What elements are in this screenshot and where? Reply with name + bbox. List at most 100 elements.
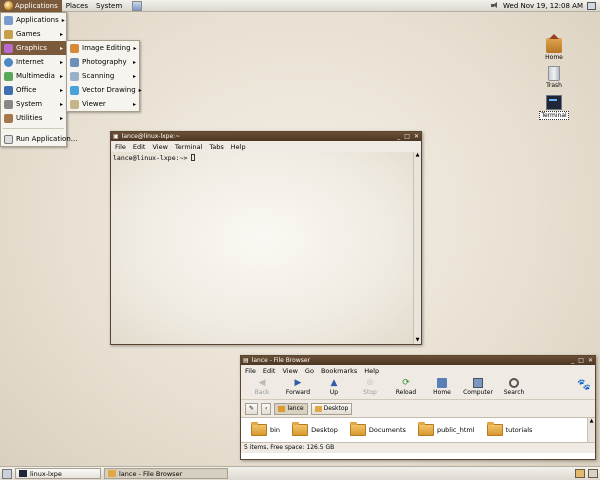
file-item-bin[interactable]: bin: [251, 422, 280, 436]
reload-button[interactable]: ⟳ Reload: [389, 378, 423, 396]
menu-tabs[interactable]: Tabs: [209, 143, 223, 151]
places-menu-button[interactable]: Places: [62, 0, 92, 12]
file-item-tutorials[interactable]: tutorials: [486, 422, 532, 436]
menu-item-graphics[interactable]: Graphics ▸: [1, 41, 66, 55]
terminal-titlebar[interactable]: ▣ lance@linux-lxpe:~ _ □ ✕: [111, 132, 421, 141]
file-browser-titlebar[interactable]: ▤ lance - File Browser _ □ ✕: [241, 356, 595, 365]
path-button-lance[interactable]: lance: [274, 402, 308, 415]
submenu-item-photography[interactable]: Photography ▸: [67, 55, 139, 69]
graphics-icon: [4, 43, 13, 53]
up-button[interactable]: ▲ Up: [317, 378, 351, 396]
scroll-up-icon[interactable]: ▲: [588, 418, 595, 424]
window-menu-icon[interactable]: ▣: [113, 133, 119, 140]
back-button[interactable]: ◀ Back: [245, 378, 279, 396]
file-item-public-html[interactable]: public_html: [417, 422, 475, 436]
file-browser-toolbar: ◀ Back ▶ Forward ▲ Up ⊗ Stop ⟳ Reload Ho…: [241, 376, 595, 400]
taskbar-button-terminal[interactable]: linux-lxpe: [15, 468, 101, 479]
system-menu-button[interactable]: System: [92, 0, 126, 12]
menu-help[interactable]: Help: [364, 367, 379, 375]
chevron-right-icon: ▸: [133, 44, 137, 52]
menu-edit[interactable]: Edit: [133, 143, 146, 151]
viewer-icon: [70, 99, 79, 109]
workspace-2[interactable]: [588, 469, 598, 478]
submenu-item-viewer[interactable]: Viewer ▸: [67, 97, 139, 111]
home-folder-icon: [278, 405, 286, 412]
chevron-right-icon: ▸: [132, 58, 136, 66]
menu-help[interactable]: Help: [231, 143, 246, 151]
chevron-right-icon: ▸: [59, 44, 63, 52]
folder-icon-small: [108, 470, 116, 477]
desktop-icon-home[interactable]: Home: [537, 34, 571, 61]
folder-icon: [251, 422, 267, 436]
submenu-item-scanning[interactable]: Scanning ▸: [67, 69, 139, 83]
workspace-1[interactable]: [575, 469, 585, 478]
forward-button[interactable]: ▶ Forward: [281, 378, 315, 396]
path-button-desktop[interactable]: Desktop: [310, 402, 353, 415]
applications-menu-button[interactable]: Applications: [0, 0, 62, 12]
clock[interactable]: Wed Nov 19, 12:08 AM: [503, 2, 583, 10]
pencil-icon: ✎: [249, 405, 255, 412]
vector-drawing-icon: [70, 85, 79, 95]
forward-arrow-icon: ▶: [294, 378, 302, 388]
menu-item-utilities[interactable]: Utilities ▸: [1, 111, 66, 125]
games-icon: [4, 29, 13, 39]
scanner-icon: [70, 71, 79, 81]
menu-item-internet[interactable]: Internet ▸: [1, 55, 66, 69]
menu-item-system[interactable]: System ▸: [1, 97, 66, 111]
menu-view[interactable]: View: [282, 367, 297, 375]
chevron-right-icon: ▸: [61, 16, 65, 24]
search-icon: [509, 378, 519, 388]
desktop-icon-terminal[interactable]: Terminal: [537, 95, 571, 120]
network-icon[interactable]: [587, 1, 596, 10]
internet-icon: [4, 57, 13, 67]
menu-item-games[interactable]: Games ▸: [1, 27, 66, 41]
terminal-body[interactable]: lance@linux-lxpe:~>: [111, 152, 413, 344]
menu-item-run-application[interactable]: Run Application...: [1, 132, 77, 146]
menu-file[interactable]: File: [115, 143, 126, 151]
home-button[interactable]: Home: [425, 378, 459, 396]
show-desktop-icon[interactable]: [2, 468, 12, 479]
scroll-up-icon[interactable]: ▲: [414, 152, 421, 159]
path-left-button[interactable]: ‹: [261, 402, 272, 415]
stop-button[interactable]: ⊗ Stop: [353, 378, 387, 396]
volume-icon[interactable]: [491, 2, 499, 9]
terminal-prompt: lance@linux-lxpe:~>: [113, 154, 192, 162]
menu-go[interactable]: Go: [305, 367, 314, 375]
close-icon[interactable]: ✕: [414, 133, 419, 140]
menu-view[interactable]: View: [152, 143, 167, 151]
photography-icon: [70, 57, 79, 67]
search-button[interactable]: Search: [497, 378, 531, 396]
launcher-icon[interactable]: [132, 0, 143, 11]
run-icon: [4, 134, 13, 144]
terminal-scrollbar[interactable]: ▲ ▼: [413, 152, 421, 344]
minimize-icon[interactable]: _: [571, 357, 574, 364]
menu-bookmarks[interactable]: Bookmarks: [321, 367, 357, 375]
menu-item-multimedia[interactable]: Multimedia ▸: [1, 69, 66, 83]
maximize-icon[interactable]: □: [578, 357, 584, 364]
close-icon[interactable]: ✕: [588, 357, 593, 364]
edit-location-button[interactable]: ✎: [245, 402, 259, 415]
graphics-submenu: Image Editing ▸ Photography ▸ Scanning ▸…: [66, 40, 142, 112]
file-list-scrollbar[interactable]: ▲: [587, 418, 595, 442]
computer-button[interactable]: Computer: [461, 378, 495, 396]
desktop-icon-trash[interactable]: Trash: [537, 66, 571, 89]
minimize-icon[interactable]: _: [397, 133, 400, 140]
menu-item-applications[interactable]: Applications ▸: [1, 13, 66, 27]
gnome-foot-icon: [4, 1, 13, 10]
menu-edit[interactable]: Edit: [263, 367, 276, 375]
file-item-documents[interactable]: Documents: [349, 422, 406, 436]
location-bar: ✎ ‹ lance Desktop: [241, 400, 595, 417]
image-editing-icon: [70, 43, 79, 53]
folder-icon-small: [314, 405, 322, 412]
gnome-foot-icon: 🐾: [577, 378, 591, 391]
taskbar-button-file-browser[interactable]: lance - File Browser: [104, 468, 228, 479]
menu-terminal[interactable]: Terminal: [175, 143, 202, 151]
menu-file[interactable]: File: [245, 367, 256, 375]
menu-item-office[interactable]: Office ▸: [1, 83, 66, 97]
submenu-item-vector-drawing[interactable]: Vector Drawing ▸: [67, 83, 142, 97]
file-item-desktop[interactable]: Desktop: [292, 422, 338, 436]
chevron-right-icon: ▸: [132, 100, 136, 108]
scroll-down-icon[interactable]: ▼: [414, 337, 421, 344]
maximize-icon[interactable]: □: [404, 133, 410, 140]
submenu-item-image-editing[interactable]: Image Editing ▸: [67, 41, 139, 55]
